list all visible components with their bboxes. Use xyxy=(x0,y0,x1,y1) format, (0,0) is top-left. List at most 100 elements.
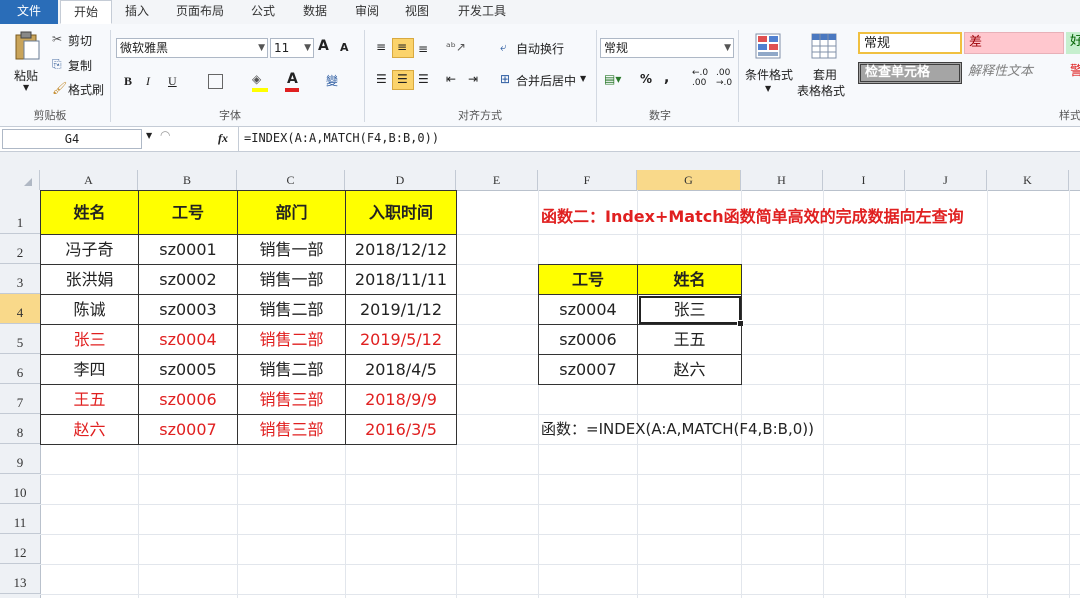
copy-button[interactable]: 复制 xyxy=(68,57,92,74)
table-cell[interactable]: 销售三部 xyxy=(238,385,346,415)
lookup-cell[interactable]: sz0006 xyxy=(539,325,638,355)
table-cell[interactable]: 李四 xyxy=(41,355,139,385)
increase-decimal-button[interactable]: ←.0.00 xyxy=(692,68,708,88)
decrease-indent-icon[interactable]: ⇤ xyxy=(446,72,456,86)
row-header-10[interactable]: 10 xyxy=(0,474,40,504)
table-cell[interactable]: 2016/3/5 xyxy=(346,415,457,445)
paste-button[interactable]: 粘贴 ▼ xyxy=(6,28,46,94)
column-header-i[interactable]: I xyxy=(823,170,905,190)
insert-function-button[interactable]: fx xyxy=(218,131,228,146)
table-cell[interactable]: 销售一部 xyxy=(238,265,346,295)
tab-page-layout[interactable]: 页面布局 xyxy=(166,0,234,24)
row-header-8[interactable]: 8 xyxy=(0,414,40,444)
row-header-2[interactable]: 2 xyxy=(0,234,40,264)
table-cell[interactable]: 销售二部 xyxy=(238,355,346,385)
number-format-combo[interactable]: 常规 ▼ xyxy=(600,38,734,58)
row-header-3[interactable]: 3 xyxy=(0,264,40,294)
column-header-j[interactable]: J xyxy=(905,170,987,190)
underline-button[interactable]: U xyxy=(168,74,177,89)
lookup-cell[interactable]: sz0007 xyxy=(539,355,638,385)
tab-insert[interactable]: 插入 xyxy=(116,0,158,24)
increase-indent-icon[interactable]: ⇥ xyxy=(468,72,478,86)
formula-note[interactable]: 函数：=INDEX(A:A,MATCH(F4,B:B,0)) xyxy=(541,418,814,439)
column-header-c[interactable]: C xyxy=(237,170,345,190)
chevron-down-icon[interactable]: ▼ xyxy=(146,131,152,140)
percent-button[interactable]: % xyxy=(640,72,652,86)
column-header-f[interactable]: F xyxy=(538,170,637,190)
column-header-b[interactable]: B xyxy=(138,170,237,190)
header-cell[interactable]: 部门 xyxy=(238,191,346,235)
border-icon[interactable] xyxy=(208,74,223,89)
row-header-6[interactable]: 6 xyxy=(0,354,40,384)
tab-review[interactable]: 审阅 xyxy=(346,0,388,24)
cut-button[interactable]: 剪切 xyxy=(68,32,92,49)
phonetic-button[interactable]: 變 xyxy=(326,72,338,89)
style-check-cell[interactable]: 检查单元格 xyxy=(858,62,962,84)
tab-home[interactable]: 开始 xyxy=(60,0,112,24)
lookup-cell[interactable]: sz0004 xyxy=(539,295,638,325)
align-left-button[interactable]: ☰ xyxy=(372,70,392,90)
tab-formulas[interactable]: 公式 xyxy=(242,0,284,24)
style-warning[interactable]: 警 xyxy=(1066,62,1080,84)
row-header-9[interactable]: 9 xyxy=(0,444,40,474)
table-cell[interactable]: sz0002 xyxy=(139,265,238,295)
format-painter-button[interactable]: 格式刷 xyxy=(68,81,104,98)
format-as-table-button[interactable]: 套用 表格格式 xyxy=(796,28,854,104)
column-header-g[interactable]: G xyxy=(637,170,741,190)
font-name-combo[interactable]: 微软雅黑 ▼ xyxy=(116,38,268,58)
row-header-13[interactable]: 13 xyxy=(0,564,40,594)
align-center-button[interactable]: ☰ xyxy=(392,70,414,90)
section-title[interactable]: 函数二：Index+Match函数简单高效的完成数据向左查询 xyxy=(541,203,964,227)
font-color-button[interactable]: A xyxy=(287,71,298,87)
wrap-text-button[interactable]: 自动换行 xyxy=(516,40,564,57)
row-header-1[interactable]: 1 xyxy=(0,190,40,234)
table-cell[interactable]: 2018/11/11 xyxy=(346,265,457,295)
italic-button[interactable]: I xyxy=(146,74,150,89)
table-cell[interactable]: 销售一部 xyxy=(238,235,346,265)
row-header-5[interactable]: 5 xyxy=(0,324,40,354)
chevron-down-icon[interactable]: ▼ xyxy=(580,74,586,83)
table-cell[interactable]: sz0005 xyxy=(139,355,238,385)
header-cell[interactable]: 入职时间 xyxy=(346,191,457,235)
table-cell[interactable]: 陈诚 xyxy=(41,295,139,325)
table-cell[interactable]: 2018/12/12 xyxy=(346,235,457,265)
fill-color-icon[interactable]: ◈ xyxy=(252,72,261,86)
row-header-4[interactable]: 4 xyxy=(0,294,40,324)
row-header-7[interactable]: 7 xyxy=(0,384,40,414)
style-bad[interactable]: 差 xyxy=(964,32,1064,54)
tab-developer[interactable]: 开发工具 xyxy=(448,0,516,24)
tab-view[interactable]: 视图 xyxy=(396,0,438,24)
table-cell[interactable]: 赵六 xyxy=(41,415,139,445)
tab-file[interactable]: 文件 xyxy=(0,0,58,25)
row-header-11[interactable]: 11 xyxy=(0,504,40,534)
style-explanatory[interactable]: 解释性文本 xyxy=(964,62,1064,84)
formula-input[interactable]: =INDEX(A:A,MATCH(F4,B:B,0)) xyxy=(244,131,439,145)
shrink-font-button[interactable]: A xyxy=(340,41,349,54)
table-cell[interactable]: sz0004 xyxy=(139,325,238,355)
header-cell[interactable]: 姓名 xyxy=(41,191,139,235)
table-cell[interactable]: 王五 xyxy=(41,385,139,415)
column-header-k[interactable]: K xyxy=(987,170,1069,190)
align-top-button[interactable]: ≡ xyxy=(372,38,392,58)
conditional-format-button[interactable]: 条件格式 ▼ xyxy=(742,28,794,104)
lookup-header-cell[interactable]: 姓名 xyxy=(638,265,742,295)
column-header-d[interactable]: D xyxy=(345,170,456,190)
comma-button[interactable]: , xyxy=(664,70,669,86)
selected-cell-g4[interactable]: 张三 xyxy=(638,295,744,327)
table-cell[interactable]: sz0007 xyxy=(139,415,238,445)
align-right-button[interactable]: ☰ xyxy=(414,70,434,90)
style-normal[interactable]: 常规 xyxy=(858,32,962,54)
lookup-cell[interactable]: 王五 xyxy=(638,325,742,355)
table-cell[interactable]: 张洪娟 xyxy=(41,265,139,295)
table-cell[interactable]: 张三 xyxy=(41,325,139,355)
grow-font-button[interactable]: A xyxy=(318,38,329,54)
style-good[interactable]: 好 xyxy=(1066,32,1080,54)
row-header-12[interactable]: 12 xyxy=(0,534,40,564)
column-header-h[interactable]: H xyxy=(741,170,823,190)
lookup-header-cell[interactable]: 工号 xyxy=(539,265,638,295)
column-header-e[interactable]: E xyxy=(456,170,538,190)
table-cell[interactable]: 2018/9/9 xyxy=(346,385,457,415)
select-all-corner[interactable] xyxy=(0,170,40,190)
align-middle-button[interactable]: ≡ xyxy=(392,38,414,58)
formula-bar-handle-icon[interactable]: ◠ xyxy=(160,128,170,142)
